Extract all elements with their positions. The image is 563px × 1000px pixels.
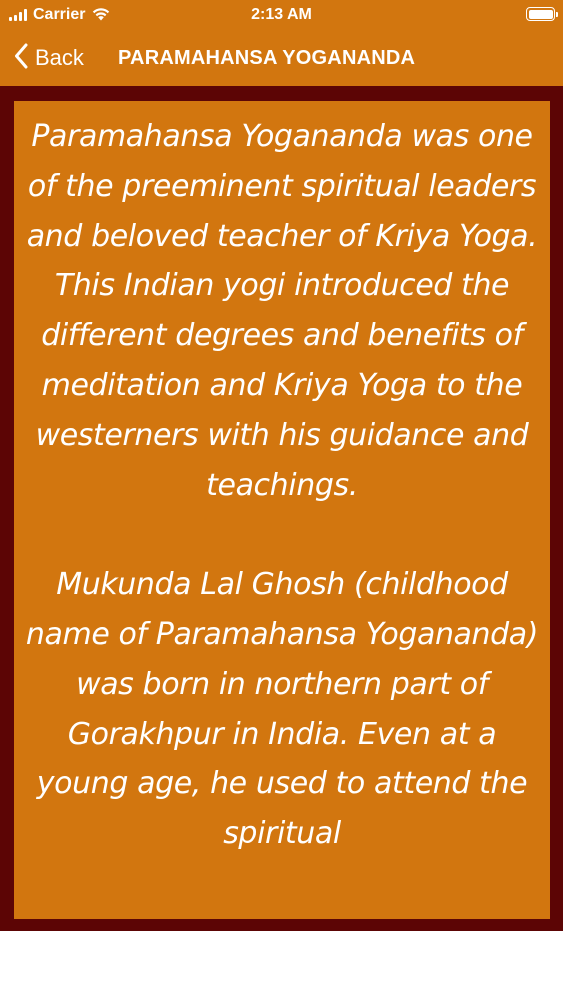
chevron-left-icon [14,43,28,73]
navigation-bar: Back PARAMAHANSA YOGANANDA [0,30,563,86]
bio-paragraph: Paramahansa Yogananda was one of the pre… [26,119,538,503]
page-title: PARAMAHANSA YOGANANDA [118,47,416,69]
bio-text: Paramahansa Yogananda was one of the pre… [14,101,550,859]
back-label: Back [35,45,84,70]
battery-icon [526,7,558,21]
status-time: 2:13 AM [251,6,312,23]
content-frame: Paramahansa Yogananda was one of the pre… [0,86,563,931]
bio-scroll-view[interactable]: Paramahansa Yogananda was one of the pre… [14,101,550,919]
back-button[interactable]: Back [14,40,84,76]
bio-paragraph: Mukunda Lal Ghosh (childhood name of Par… [25,567,539,852]
header: Carrier 2:13 AM Back PARAMAHANSA YOGANAN… [0,0,563,86]
status-bar: Carrier 2:13 AM [0,0,563,30]
